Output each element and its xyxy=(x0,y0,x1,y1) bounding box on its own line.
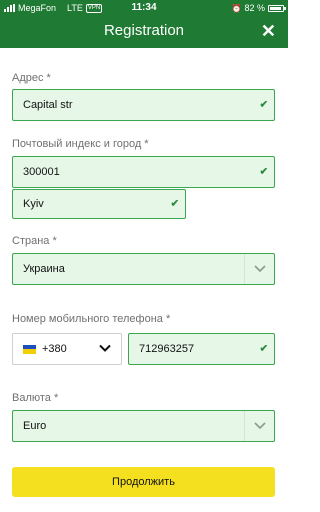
city-value: Kyiv xyxy=(23,198,44,210)
postal-value: 300001 xyxy=(23,166,60,178)
page-title: Registration xyxy=(103,22,185,39)
continue-button[interactable]: Продолжить xyxy=(12,467,275,497)
chevron-down-icon[interactable] xyxy=(244,411,274,441)
close-icon[interactable]: ✕ xyxy=(261,21,276,42)
country-label: Страна * xyxy=(12,235,57,247)
currency-label: Валюта * xyxy=(12,392,59,404)
phone-prefix-value: +380 xyxy=(42,343,67,355)
address-field[interactable]: Capital str ✔ xyxy=(12,89,275,121)
check-icon: ✔ xyxy=(170,198,179,210)
postal-label: Почтовый индекс и город * xyxy=(12,138,149,150)
check-icon: ✔ xyxy=(259,166,268,178)
postal-code-field[interactable]: 300001 ✔ xyxy=(12,156,275,188)
chevron-down-icon xyxy=(99,344,111,356)
status-bar: MegaFon LTE VPN 11:34 ⏰ 82 % xyxy=(0,0,288,16)
country-value: Украина xyxy=(23,263,65,275)
currency-select[interactable]: Euro xyxy=(12,410,275,442)
battery-percent: 82 % xyxy=(244,3,265,13)
phone-prefix-select[interactable]: +380 xyxy=(12,333,122,365)
app-header: Registration ✕ xyxy=(0,16,288,48)
city-field[interactable]: Kyiv ✔ xyxy=(12,189,186,219)
alarm-icon: ⏰ xyxy=(231,3,242,13)
address-label: Адрес * xyxy=(12,72,51,84)
phone-number-value: 712963257 xyxy=(139,343,195,355)
address-value: Capital str xyxy=(23,99,73,111)
check-icon: ✔ xyxy=(259,343,268,355)
phone-number-field[interactable]: 712963257 ✔ xyxy=(128,333,275,365)
status-right: ⏰ 82 % xyxy=(231,3,286,13)
check-icon: ✔ xyxy=(259,99,268,111)
battery-icon xyxy=(268,4,286,12)
country-select[interactable]: Украина xyxy=(12,253,275,285)
phone-label: Номер мобильного телефона * xyxy=(12,313,171,325)
chevron-down-icon[interactable] xyxy=(244,254,274,284)
ukraine-flag-icon xyxy=(23,344,36,354)
currency-value: Euro xyxy=(23,420,47,432)
